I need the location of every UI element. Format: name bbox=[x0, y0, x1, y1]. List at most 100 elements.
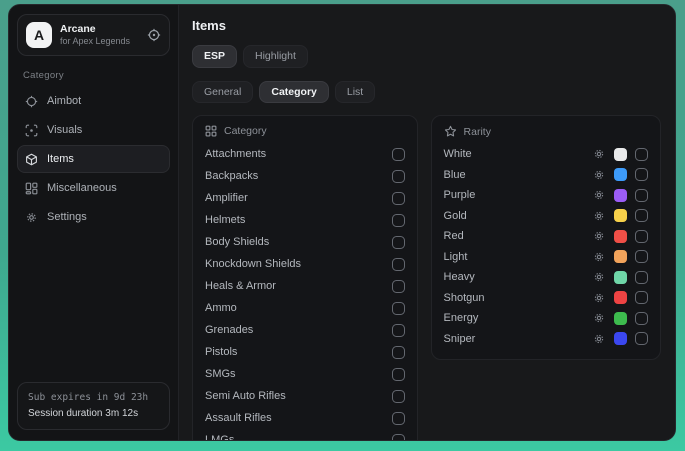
category-label: LMGs bbox=[205, 434, 392, 440]
gear-icon bbox=[25, 211, 38, 224]
sidebar-item-settings[interactable]: Settings bbox=[17, 203, 170, 231]
brand-text: Arcane for Apex Legends bbox=[60, 23, 139, 47]
rarity-row: Light bbox=[444, 247, 648, 268]
rarity-checkbox[interactable] bbox=[635, 312, 648, 325]
category-checkbox[interactable] bbox=[392, 258, 405, 271]
sidebar-item-miscellaneous[interactable]: Miscellaneous bbox=[17, 174, 170, 202]
category-checkbox[interactable] bbox=[392, 214, 405, 227]
rarity-checkbox[interactable] bbox=[635, 189, 648, 202]
category-checkbox[interactable] bbox=[392, 434, 405, 441]
rarity-color-swatch[interactable] bbox=[614, 209, 627, 222]
rarity-checkbox[interactable] bbox=[635, 168, 648, 181]
category-label: Attachments bbox=[205, 148, 392, 160]
gear-icon[interactable] bbox=[593, 251, 605, 263]
sidebar-section-label: Category bbox=[23, 70, 164, 81]
gear-icon[interactable] bbox=[593, 292, 605, 304]
gear-icon[interactable] bbox=[593, 148, 605, 160]
category-panel: Category AttachmentsBackpacksAmplifierHe… bbox=[192, 115, 418, 440]
category-checkbox[interactable] bbox=[392, 236, 405, 249]
sidebar-item-visuals[interactable]: Visuals bbox=[17, 116, 170, 144]
rarity-list: WhiteBluePurpleGoldRedLightHeavyShotgunE… bbox=[444, 144, 648, 349]
rarity-color-swatch[interactable] bbox=[614, 230, 627, 243]
category-label: Assault Rifles bbox=[205, 412, 392, 424]
gear-icon[interactable] bbox=[593, 312, 605, 324]
sidebar-item-items[interactable]: Items bbox=[17, 145, 170, 173]
gear-icon[interactable] bbox=[593, 189, 605, 201]
crosshair-icon bbox=[25, 95, 38, 108]
rarity-row: Sniper bbox=[444, 329, 648, 350]
sidebar-item-label: Miscellaneous bbox=[47, 182, 117, 194]
category-row: Assault Rifles bbox=[205, 407, 405, 429]
rarity-checkbox[interactable] bbox=[635, 148, 648, 161]
category-row: Attachments bbox=[205, 143, 405, 165]
rarity-color-swatch[interactable] bbox=[614, 332, 627, 345]
rarity-checkbox[interactable] bbox=[635, 271, 648, 284]
category-row: Helmets bbox=[205, 209, 405, 231]
sidebar-item-label: Settings bbox=[47, 211, 87, 223]
rarity-label: Energy bbox=[444, 312, 593, 324]
rarity-row: Energy bbox=[444, 308, 648, 329]
sidebar-item-aimbot[interactable]: Aimbot bbox=[17, 87, 170, 115]
category-checkbox[interactable] bbox=[392, 280, 405, 293]
tab-category[interactable]: Category bbox=[259, 81, 329, 104]
category-panel-title: Category bbox=[224, 125, 267, 137]
rarity-checkbox[interactable] bbox=[635, 332, 648, 345]
rarity-checkbox[interactable] bbox=[635, 250, 648, 263]
category-checkbox[interactable] bbox=[392, 346, 405, 359]
page-title: Items bbox=[192, 18, 661, 33]
gear-icon[interactable] bbox=[593, 271, 605, 283]
panels: Category AttachmentsBackpacksAmplifierHe… bbox=[192, 115, 661, 440]
rarity-label: Red bbox=[444, 230, 593, 242]
rarity-row: White bbox=[444, 144, 648, 165]
sidebar-item-label: Visuals bbox=[47, 124, 82, 136]
category-checkbox[interactable] bbox=[392, 390, 405, 403]
category-checkbox[interactable] bbox=[392, 324, 405, 337]
rarity-label: Heavy bbox=[444, 271, 593, 283]
tab-general[interactable]: General bbox=[192, 81, 253, 104]
rarity-color-swatch[interactable] bbox=[614, 312, 627, 325]
rarity-color-swatch[interactable] bbox=[614, 168, 627, 181]
app-logo: A bbox=[26, 22, 52, 48]
rarity-checkbox[interactable] bbox=[635, 291, 648, 304]
category-checkbox[interactable] bbox=[392, 302, 405, 315]
rarity-color-swatch[interactable] bbox=[614, 271, 627, 284]
app-name: Arcane bbox=[60, 23, 139, 36]
sub-expires-text: Sub expires in 9d 23h bbox=[28, 391, 159, 406]
category-panel-header: Category bbox=[205, 125, 405, 137]
app-window: A Arcane for Apex Legends Category Aimbo… bbox=[8, 4, 676, 441]
category-row: Ammo bbox=[205, 297, 405, 319]
gear-icon[interactable] bbox=[593, 333, 605, 345]
category-row: Backpacks bbox=[205, 165, 405, 187]
rarity-checkbox[interactable] bbox=[635, 230, 648, 243]
rarity-label: Purple bbox=[444, 189, 593, 201]
tab-esp[interactable]: ESP bbox=[192, 45, 237, 68]
tab-highlight[interactable]: Highlight bbox=[243, 45, 308, 68]
grid-small-icon bbox=[205, 125, 217, 137]
gear-icon[interactable] bbox=[593, 210, 605, 222]
category-row: Amplifier bbox=[205, 187, 405, 209]
rarity-label: White bbox=[444, 148, 593, 160]
gear-icon[interactable] bbox=[593, 230, 605, 242]
rarity-color-swatch[interactable] bbox=[614, 250, 627, 263]
rarity-color-swatch[interactable] bbox=[614, 291, 627, 304]
rarity-color-swatch[interactable] bbox=[614, 189, 627, 202]
tab-list[interactable]: List bbox=[335, 81, 375, 104]
target-icon[interactable] bbox=[147, 28, 161, 42]
gear-icon[interactable] bbox=[593, 169, 605, 181]
rarity-color-swatch[interactable] bbox=[614, 148, 627, 161]
category-checkbox[interactable] bbox=[392, 148, 405, 161]
grid-icon bbox=[25, 182, 38, 195]
category-row: Grenades bbox=[205, 319, 405, 341]
rarity-label: Light bbox=[444, 251, 593, 263]
category-checkbox[interactable] bbox=[392, 412, 405, 425]
sidebar-nav: Aimbot Visuals Items Miscellaneous Settings bbox=[17, 87, 170, 232]
rarity-row: Gold bbox=[444, 206, 648, 227]
category-label: Body Shields bbox=[205, 236, 392, 248]
category-checkbox[interactable] bbox=[392, 368, 405, 381]
category-checkbox[interactable] bbox=[392, 170, 405, 183]
category-row: Semi Auto Rifles bbox=[205, 385, 405, 407]
rarity-panel-title: Rarity bbox=[464, 126, 491, 138]
category-checkbox[interactable] bbox=[392, 192, 405, 205]
rarity-checkbox[interactable] bbox=[635, 209, 648, 222]
category-row: Heals & Armor bbox=[205, 275, 405, 297]
